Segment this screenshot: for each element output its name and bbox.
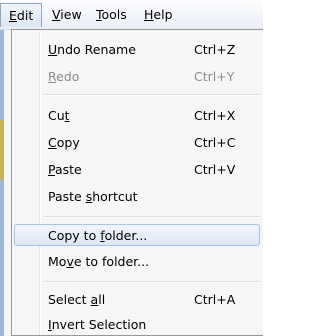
menu-tools[interactable]: Tools: [88, 3, 135, 27]
background-window-edge-accent: [0, 120, 4, 180]
menu-item-label: Undo Rename: [48, 42, 136, 57]
menu-view[interactable]: View: [44, 3, 90, 27]
menu-item-redo[interactable]: Redo Ctrl+Y: [14, 66, 260, 88]
menu-item-label: Paste: [48, 162, 82, 177]
menu-item-shortcut: Ctrl+Y: [194, 69, 235, 84]
menu-separator: [44, 94, 260, 96]
menu-item-label: Paste shortcut: [48, 189, 138, 204]
menu-item-label: Redo: [48, 69, 80, 84]
menu-item-select-all[interactable]: Select all Ctrl+A: [14, 289, 260, 311]
background-window-edge: [0, 30, 4, 336]
menu-item-invert-selection[interactable]: Invert Selection: [14, 314, 260, 336]
menu-item-paste-shortcut[interactable]: Paste shortcut: [14, 186, 260, 208]
menu-separator: [44, 281, 260, 283]
menu-item-shortcut: Ctrl+X: [194, 108, 236, 123]
menu-item-paste[interactable]: Paste Ctrl+V: [14, 159, 260, 181]
menu-edit-label-accel: E: [9, 8, 17, 23]
menu-help[interactable]: Help: [136, 3, 181, 27]
menu-item-cut[interactable]: Cut Ctrl+X: [14, 105, 260, 127]
menu-item-move-to-folder[interactable]: Move to folder...: [14, 251, 260, 273]
menu-item-label: Select all: [48, 292, 106, 307]
menu-item-shortcut: Ctrl+A: [194, 292, 236, 307]
menu-item-copy[interactable]: Copy Ctrl+C: [14, 132, 260, 154]
menu-item-undo-rename[interactable]: Undo Rename Ctrl+Z: [14, 39, 260, 61]
menu-item-label: Copy: [48, 135, 80, 150]
menu-item-label: Invert Selection: [48, 317, 147, 332]
menu-help-label-accel: H: [144, 7, 154, 22]
menu-item-shortcut: Ctrl+Z: [194, 42, 236, 57]
menu-item-shortcut: Ctrl+C: [194, 135, 236, 150]
menu-edit[interactable]: Edit: [0, 3, 43, 27]
menu-edit-label-post: dit: [16, 8, 34, 23]
menu-item-shortcut: Ctrl+V: [194, 162, 236, 177]
menu-tools-label-post: ools: [101, 7, 127, 22]
edit-menu-dropdown: Undo Rename Ctrl+Z Redo Ctrl+Y Cut Ctrl+…: [11, 29, 263, 336]
menu-item-label: Move to folder...: [48, 254, 150, 269]
menu-separator: [44, 216, 260, 218]
menu-bar: Edit View Tools Help: [0, 0, 263, 30]
menu-item-label: Copy to folder...: [48, 228, 148, 243]
menu-view-label-post: iew: [60, 7, 82, 22]
menu-item-copy-to-folder[interactable]: Copy to folder...: [14, 224, 260, 246]
menu-help-label-post: elp: [153, 7, 173, 22]
menu-item-label: Cut: [48, 108, 70, 123]
